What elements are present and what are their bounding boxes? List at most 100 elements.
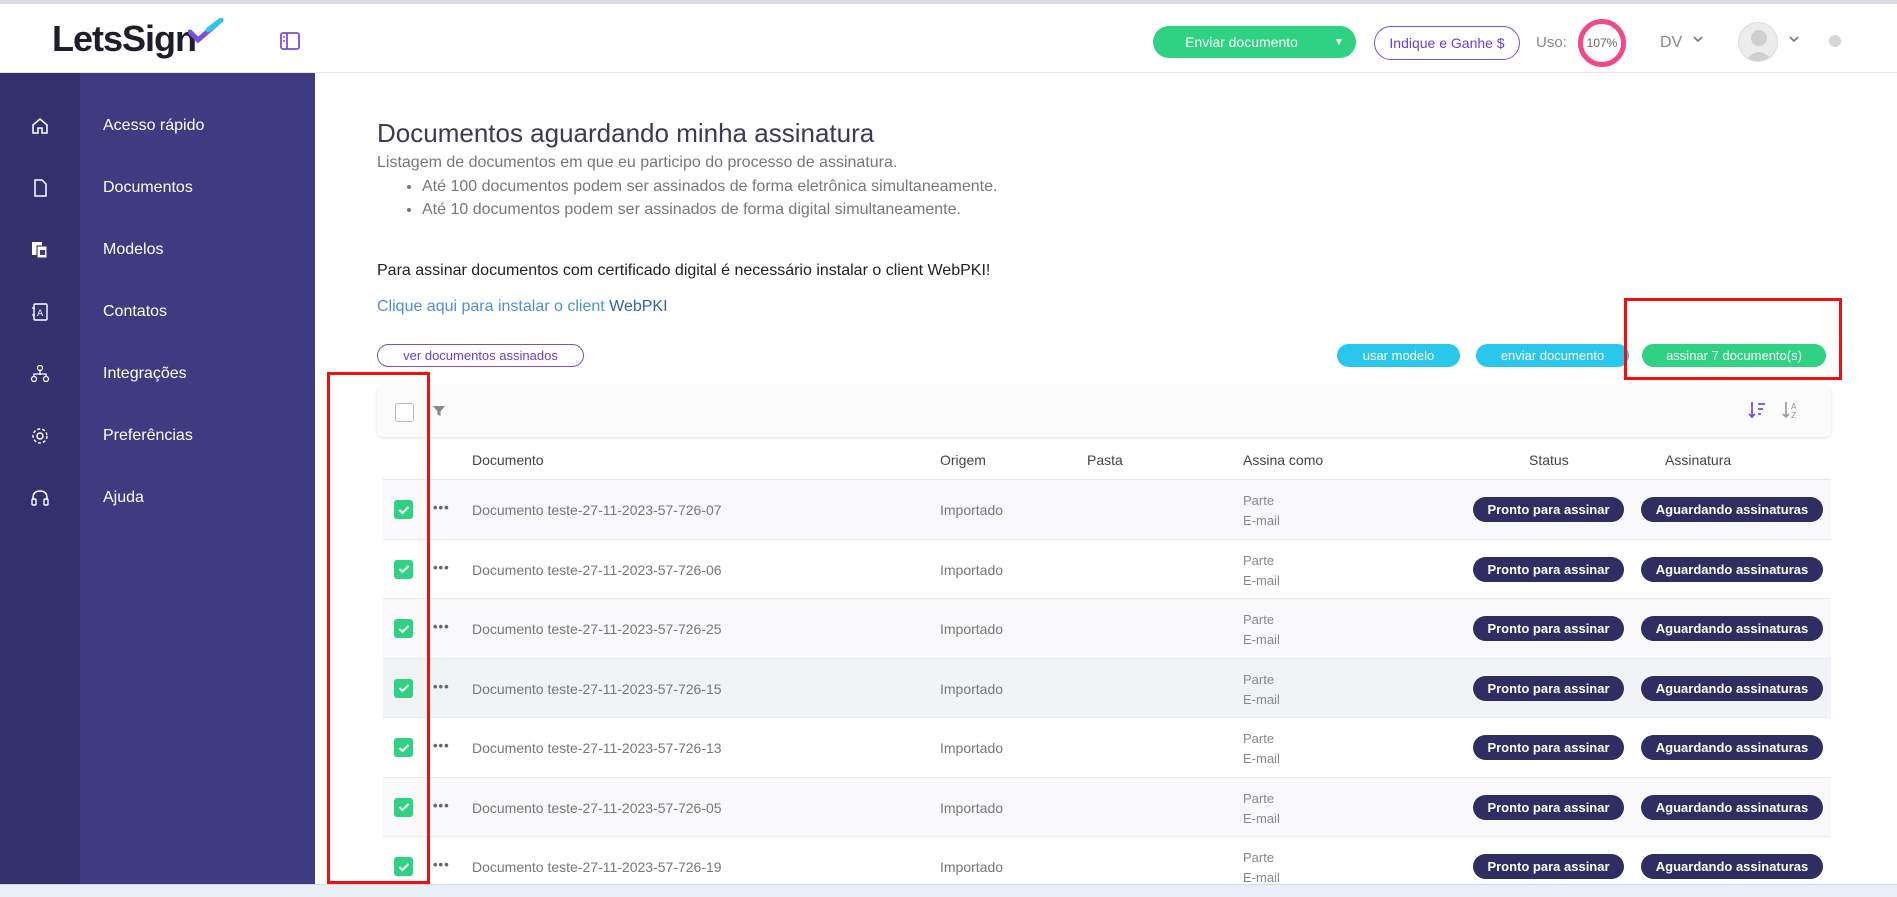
info-item: Até 10 documentos podem ser assinados de… — [422, 201, 997, 219]
status-badge: Pronto para assinar — [1473, 794, 1624, 820]
filter-icon[interactable] — [432, 404, 446, 418]
check-icon — [398, 862, 409, 871]
column-document[interactable]: Documento — [472, 452, 544, 468]
signer-channel: E-mail — [1243, 572, 1280, 588]
signature-badge: Aguardando assinaturas — [1641, 497, 1823, 522]
sidebar-item-label: Ajuda — [103, 489, 144, 506]
signature-badge: Aguardando assinaturas — [1641, 735, 1823, 760]
signer-channel: E-mail — [1243, 513, 1280, 528]
sidebar-item-acesso-rapido[interactable]: Acesso rápido — [0, 106, 315, 146]
caret-down-icon[interactable]: ▼ — [1322, 37, 1356, 48]
row-checkbox[interactable] — [394, 857, 413, 876]
document-name[interactable]: Documento teste-27-11-2023-57-726-25 — [472, 621, 722, 637]
avatar[interactable] — [1738, 22, 1778, 62]
row-checkbox[interactable] — [394, 678, 413, 698]
signer-role: Parte — [1243, 552, 1275, 568]
signer-role: Parte — [1243, 790, 1275, 806]
check-icon — [398, 624, 409, 633]
document-name[interactable]: Documento teste-27-11-2023-57-726-19 — [472, 859, 722, 875]
signer-channel: E-mail — [1243, 691, 1280, 707]
sign-selected-button[interactable]: assinar 7 documento(s) — [1642, 344, 1826, 367]
signature-badge: Aguardando assinaturas — [1641, 675, 1823, 701]
table-header: Documento Origem Pasta Assina como Statu… — [383, 440, 1831, 480]
highlight-box-sign-button — [1624, 298, 1842, 380]
row-checkbox[interactable] — [394, 500, 413, 519]
more-options-icon[interactable]: ••• — [433, 798, 450, 813]
more-options-icon[interactable]: ••• — [433, 619, 450, 634]
table-row[interactable]: ••• Documento teste-27-11-2023-57-726-25… — [383, 599, 1831, 659]
table-toolbar: AZ — [377, 385, 1831, 437]
table-row[interactable]: ••• Documento teste-27-11-2023-57-726-05… — [383, 777, 1831, 837]
select-all-checkbox[interactable] — [395, 403, 414, 422]
column-signs-as[interactable]: Assina como — [1243, 452, 1323, 468]
usage-label: Uso: — [1536, 34, 1567, 51]
home-icon — [32, 118, 48, 134]
user-initials[interactable]: DV — [1660, 34, 1682, 52]
sidebar-item-preferencias[interactable]: Preferências — [0, 416, 315, 456]
send-document-action-button[interactable]: enviar documento — [1476, 344, 1629, 367]
usage-value: 107% — [1586, 36, 1618, 50]
table-row[interactable]: ••• Documento teste-27-11-2023-57-726-15… — [383, 658, 1831, 718]
check-icon — [398, 743, 409, 752]
more-options-icon[interactable]: ••• — [433, 857, 450, 872]
view-signed-button[interactable]: ver documentos assinados — [377, 344, 584, 367]
sidebar-item-label: Modelos — [103, 241, 164, 258]
document-name[interactable]: Documento teste-27-11-2023-57-726-15 — [472, 681, 722, 697]
status-badge: Pronto para assinar — [1473, 616, 1624, 641]
table-row[interactable]: ••• Documento teste-27-11-2023-57-726-07… — [383, 480, 1831, 540]
signer-channel: E-mail — [1243, 632, 1280, 647]
document-origin: Importado — [940, 680, 1004, 697]
sidebar-item-documentos[interactable]: Documentos — [0, 168, 315, 208]
row-checkbox[interactable] — [394, 619, 413, 638]
use-template-button[interactable]: usar modelo — [1337, 344, 1460, 367]
signer-role: Parte — [1243, 671, 1275, 687]
check-icon — [398, 803, 409, 812]
chevron-down-icon[interactable] — [1788, 34, 1800, 44]
more-options-icon[interactable]: ••• — [433, 500, 450, 515]
column-folder[interactable]: Pasta — [1087, 452, 1123, 468]
more-options-icon[interactable]: ••• — [433, 679, 450, 694]
document-name[interactable]: Documento teste-27-11-2023-57-726-07 — [472, 502, 722, 518]
row-checkbox[interactable] — [394, 738, 413, 757]
row-checkbox[interactable] — [394, 797, 413, 817]
signature-badge: Aguardando assinaturas — [1641, 854, 1823, 879]
table-row[interactable]: ••• Documento teste-27-11-2023-57-726-13… — [383, 718, 1831, 778]
brand-logo[interactable]: LetsSign — [52, 18, 197, 60]
headset-icon — [31, 490, 49, 506]
sort-desc-icon[interactable] — [1747, 400, 1767, 420]
column-origin[interactable]: Origem — [940, 452, 986, 468]
document-name[interactable]: Documento teste-27-11-2023-57-726-13 — [472, 740, 722, 756]
status-badge: Pronto para assinar — [1473, 556, 1624, 582]
document-name[interactable]: Documento teste-27-11-2023-57-726-06 — [472, 562, 722, 578]
svg-text:Z: Z — [1791, 411, 1797, 420]
gear-icon — [32, 428, 48, 444]
check-icon — [398, 505, 409, 514]
row-checkbox[interactable] — [394, 559, 413, 579]
install-webpki-link[interactable]: Clique aqui para instalar o client WebPK… — [377, 298, 668, 316]
column-signature[interactable]: Assinatura — [1665, 452, 1731, 468]
status-badge: Pronto para assinar — [1473, 854, 1624, 879]
status-badge: Pronto para assinar — [1473, 497, 1624, 522]
signer-channel: E-mail — [1243, 751, 1280, 766]
chevron-down-icon[interactable] — [1692, 34, 1704, 44]
status-dot — [1829, 35, 1841, 47]
more-options-icon[interactable]: ••• — [433, 738, 450, 753]
send-document-label: Enviar documento — [1185, 34, 1298, 50]
info-list: Até 100 documentos podem ser assinados d… — [422, 178, 997, 224]
sidebar-item-integracoes[interactable]: Integrações — [0, 354, 315, 394]
more-options-icon[interactable]: ••• — [433, 560, 450, 575]
sidebar-toggle-icon[interactable] — [280, 32, 300, 50]
sidebar-item-contatos[interactable]: A Contatos — [0, 292, 315, 332]
sidebar-item-label: Acesso rápido — [103, 117, 205, 134]
table-row[interactable]: ••• Documento teste-27-11-2023-57-726-06… — [383, 540, 1831, 599]
user-avatar-icon — [1745, 30, 1773, 61]
sort-alpha-icon[interactable]: AZ — [1781, 400, 1801, 420]
usage-ring[interactable]: 107% — [1578, 19, 1626, 67]
sidebar-item-modelos[interactable]: Modelos — [0, 230, 315, 270]
documents-table: Documento Origem Pasta Assina como Statu… — [383, 440, 1831, 897]
sidebar-item-ajuda[interactable]: Ajuda — [0, 478, 315, 518]
document-name[interactable]: Documento teste-27-11-2023-57-726-05 — [472, 800, 722, 816]
send-document-button[interactable]: Enviar documento ▼ — [1153, 26, 1356, 58]
refer-earn-button[interactable]: Indique e Ganhe $ — [1374, 26, 1520, 60]
column-status[interactable]: Status — [1529, 452, 1569, 468]
